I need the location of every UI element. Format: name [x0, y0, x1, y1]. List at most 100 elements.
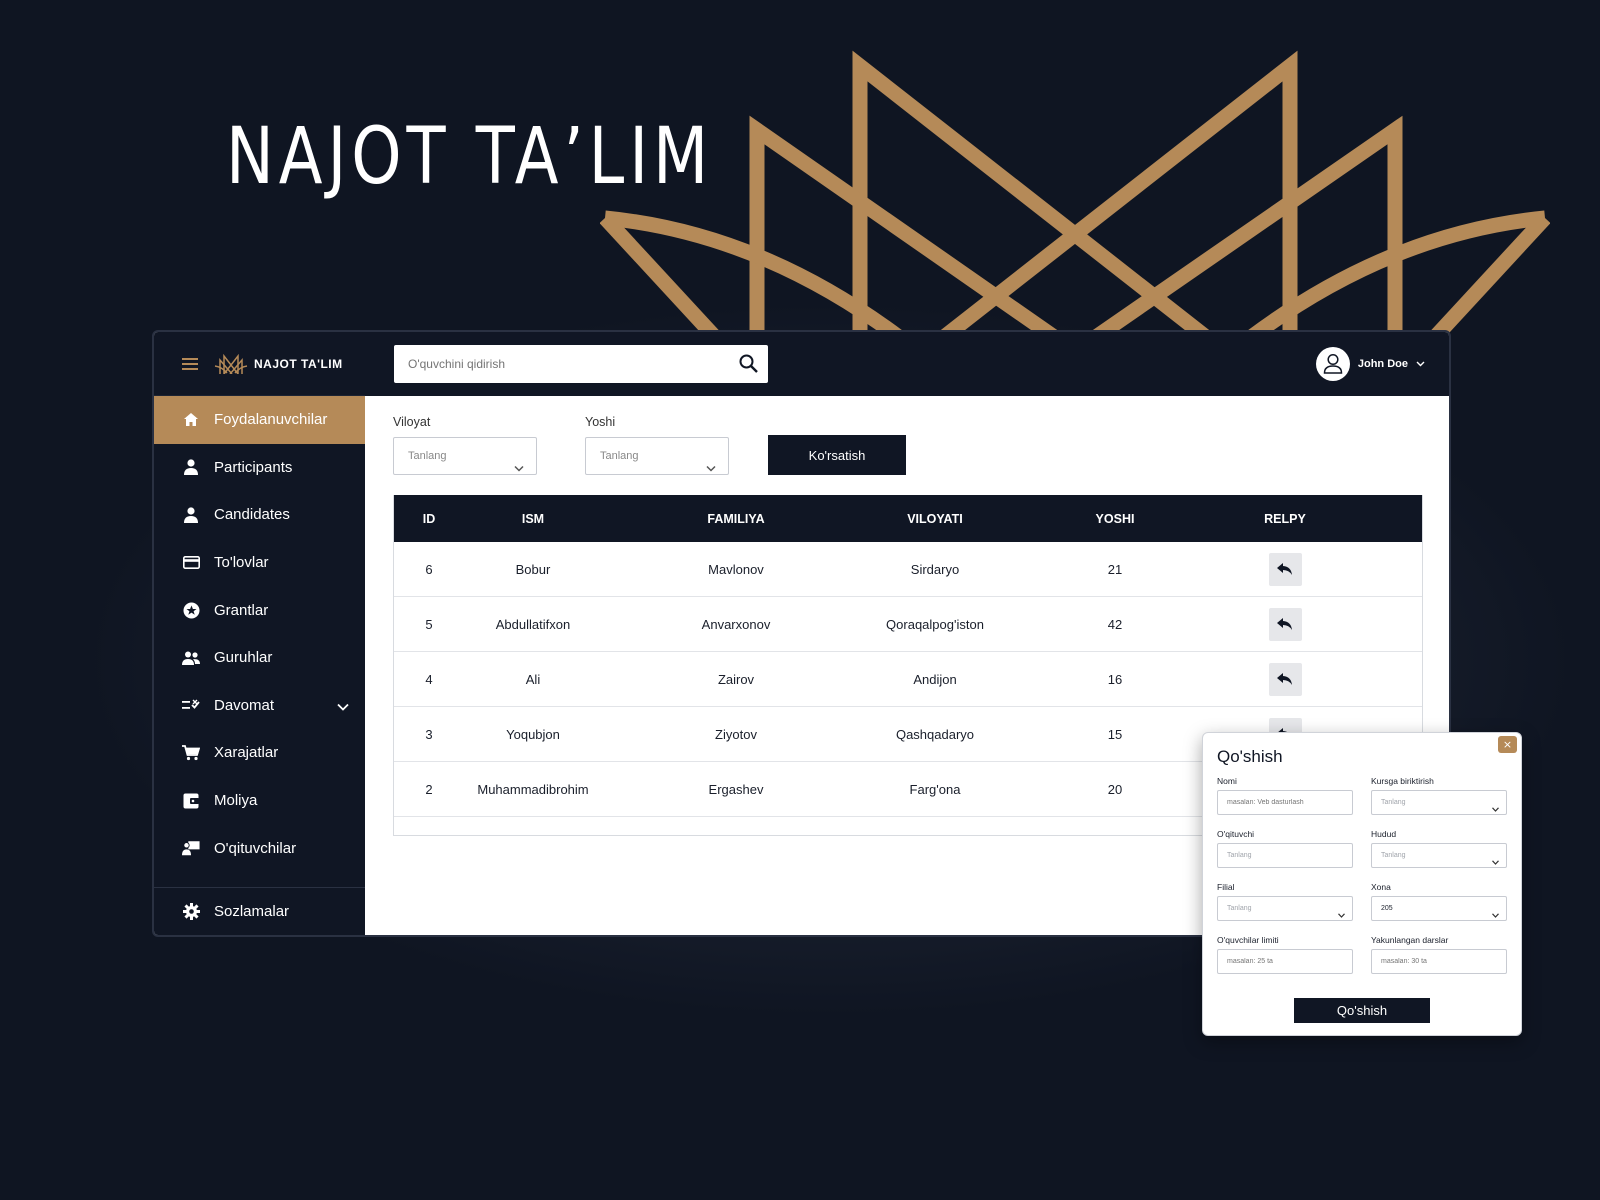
- branch-select[interactable]: Tanlang: [1217, 896, 1353, 921]
- region-select-value: Tanlang: [408, 450, 447, 462]
- sidebar-item-tolovlar[interactable]: To'lovlar: [154, 539, 365, 587]
- lotus-logo-icon: [600, 50, 1550, 348]
- cell-familiya: Ergashev: [708, 781, 764, 797]
- cell-id: 4: [425, 671, 433, 687]
- user-name: John Doe: [1357, 358, 1408, 370]
- name-label: Nomi: [1217, 776, 1237, 786]
- sidebar-item-davomat[interactable]: Davomat: [154, 682, 365, 730]
- sidebar-item-label: Davomat: [214, 696, 275, 714]
- chevron-down-icon: [1416, 358, 1425, 370]
- region-filter-label: Viloyat: [393, 415, 431, 429]
- table-row[interactable]: 6 Bobur Mavlonov Sirdaryo 21: [394, 542, 1422, 597]
- completed-lessons-field[interactable]: [1371, 949, 1507, 974]
- home-icon: [182, 411, 200, 429]
- completed-lessons-label: Yakunlangan darslar: [1371, 935, 1449, 945]
- sidebar-header: NAJOT TA'LIM: [154, 332, 365, 396]
- reply-icon: [1277, 673, 1292, 685]
- sidebar-item-label: Guruhlar: [214, 649, 273, 667]
- name-field[interactable]: [1217, 790, 1353, 815]
- column-header-id[interactable]: ID: [394, 512, 464, 526]
- sidebar-item-grantlar[interactable]: Grantlar: [154, 586, 365, 634]
- teacher-select[interactable]: Tanlang: [1217, 843, 1353, 868]
- teacher-select-value: Tanlang: [1227, 852, 1252, 859]
- sidebar-item-label: Grantlar: [214, 601, 269, 619]
- cell-viloyati: Sirdaryo: [910, 561, 960, 577]
- room-select[interactable]: 205: [1371, 896, 1507, 921]
- sidebar-item-label: To'lovlar: [214, 554, 269, 572]
- chevron-down-icon: [706, 451, 716, 487]
- age-filter-label: Yoshi: [585, 415, 616, 429]
- user-menu[interactable]: John Doe: [1315, 347, 1425, 381]
- chevron-down-icon: [514, 451, 524, 487]
- table-row[interactable]: 5 Abdullatifxon Anvarxonov Qoraqalpog'is…: [394, 597, 1422, 652]
- region-select[interactable]: Tanlang: [393, 437, 537, 475]
- cell-ism: Muhammadibrohim: [477, 781, 589, 797]
- add-modal: × Qo'shish Nomi Kursga biriktirish Tanla…: [1202, 732, 1522, 1036]
- chevron-down-icon: [1492, 852, 1499, 875]
- sidebar-item-moliya[interactable]: Moliya: [154, 777, 365, 825]
- add-submit-button[interactable]: Qo'shish: [1294, 998, 1430, 1023]
- cell-yoshi: 16: [1107, 671, 1123, 687]
- search-icon[interactable]: [739, 354, 758, 378]
- cell-familiya: Mavlonov: [708, 561, 764, 577]
- table-row[interactable]: 4 Ali Zairov Andijon 16: [394, 652, 1422, 707]
- sidebar-item-oqituvchilar[interactable]: O'qituvchilar: [154, 824, 365, 872]
- mini-lotus-logo-icon: [214, 353, 248, 374]
- sidebar-item-xarajatlar[interactable]: Xarajatlar: [154, 729, 365, 777]
- checklist-icon: [182, 696, 200, 714]
- chevron-down-icon[interactable]: [337, 698, 349, 715]
- sidebar-item-label: Foydalanuvchilar: [214, 411, 328, 429]
- cell-viloyati: Qashqadaryo: [895, 726, 975, 742]
- reply-button[interactable]: [1268, 662, 1302, 696]
- reply-button[interactable]: [1268, 552, 1302, 586]
- search-input[interactable]: [394, 345, 714, 383]
- room-label: Xona: [1371, 882, 1391, 892]
- star-badge-icon: [182, 601, 200, 619]
- cell-viloyati: Andijon: [913, 671, 957, 687]
- reply-icon: [1277, 618, 1292, 630]
- search-box: [394, 345, 768, 383]
- show-button[interactable]: Ko'rsatish: [768, 435, 906, 475]
- region-modal-select[interactable]: Tanlang: [1371, 843, 1507, 868]
- cell-ism: Yoqubjon: [506, 726, 560, 742]
- person-icon: [182, 506, 200, 524]
- column-header-familiya[interactable]: FAMILIYA: [602, 512, 870, 526]
- sidebar-item-label: Moliya: [214, 792, 258, 810]
- reply-icon: [1277, 563, 1292, 575]
- room-select-value: 205: [1381, 905, 1393, 912]
- cell-ism: Abdullatifxon: [495, 616, 571, 632]
- sidebar-item-foydalanuvchilar[interactable]: Foydalanuvchilar: [154, 396, 365, 444]
- sidebar-item-participants[interactable]: Participants: [154, 444, 365, 492]
- sidebar-item-settings[interactable]: Sozlamalar: [154, 887, 365, 935]
- cell-yoshi: 42: [1107, 616, 1123, 632]
- cell-ism: Ali: [525, 671, 541, 687]
- sidebar-item-label: Participants: [214, 458, 293, 476]
- column-header-yoshi[interactable]: YOSHI: [1000, 512, 1230, 526]
- age-select-value: Tanlang: [600, 450, 639, 462]
- sidebar-item-label: Xarajatlar: [214, 744, 279, 762]
- sidebar-item-label: Candidates: [214, 506, 290, 524]
- cell-id: 2: [425, 781, 433, 797]
- reply-button[interactable]: [1268, 607, 1302, 641]
- cart-icon: [182, 744, 200, 762]
- age-select[interactable]: Tanlang: [585, 437, 729, 475]
- course-select[interactable]: Tanlang: [1371, 790, 1507, 815]
- hamburger-menu-icon[interactable]: [182, 357, 198, 370]
- cell-yoshi: 20: [1107, 781, 1123, 797]
- group-icon: [182, 649, 200, 667]
- cell-id: 5: [425, 616, 433, 632]
- column-header-reply[interactable]: RELPY: [1230, 512, 1340, 526]
- student-limit-field[interactable]: [1217, 949, 1353, 974]
- sidebar-item-guruhlar[interactable]: Guruhlar: [154, 634, 365, 682]
- sidebar-item-candidates[interactable]: Candidates: [154, 491, 365, 539]
- cell-id: 6: [425, 561, 433, 577]
- sidebar-item-label: O'qituvchilar: [214, 839, 297, 857]
- sidebar: NAJOT TA'LIM Foydalanuvchilar Participan…: [154, 332, 365, 935]
- sidebar-brand[interactable]: NAJOT TA'LIM: [214, 353, 343, 374]
- column-header-ism[interactable]: ISM: [464, 512, 602, 526]
- column-header-viloyati[interactable]: VILOYATI: [870, 512, 1000, 526]
- course-select-value: Tanlang: [1381, 799, 1406, 806]
- close-icon[interactable]: ×: [1498, 736, 1517, 753]
- cell-reply: [1230, 552, 1340, 586]
- cell-yoshi: 15: [1107, 726, 1123, 742]
